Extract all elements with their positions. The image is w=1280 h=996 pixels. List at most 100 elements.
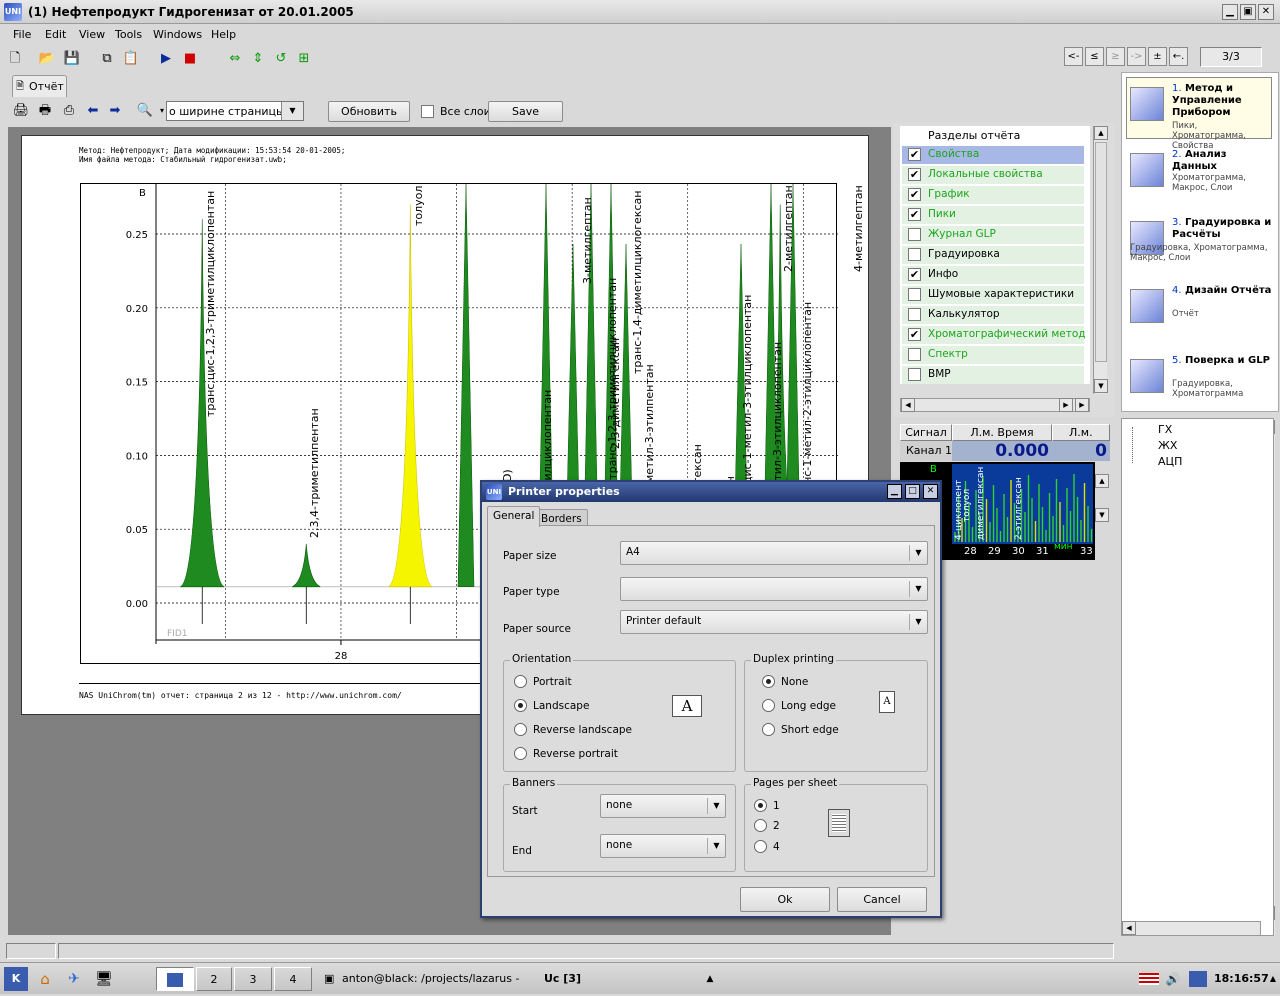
- radio-reverse-portrait[interactable]: [514, 747, 527, 760]
- section-checkbox[interactable]: ✔: [908, 188, 921, 201]
- menu-edit[interactable]: Edit: [45, 28, 66, 41]
- tree-hscrollbar[interactable]: ◀: [1121, 921, 1261, 936]
- cancel-button[interactable]: Cancel: [837, 887, 927, 912]
- horizontal-arrows-icon[interactable]: ⇔: [226, 50, 244, 68]
- section-item[interactable]: ✔ Пики: [902, 206, 1084, 224]
- scroll-left-icon[interactable]: ◀: [901, 398, 915, 412]
- paper-type-select[interactable]: ▼: [620, 577, 928, 601]
- section-item[interactable]: Журнал GLP: [902, 226, 1084, 244]
- close-button[interactable]: ✕: [1258, 4, 1274, 20]
- banner-start-select[interactable]: none ▼: [600, 794, 726, 818]
- tree-item-gc[interactable]: ГХ: [1158, 423, 1172, 436]
- dialog-maximize-icon[interactable]: □: [905, 484, 920, 499]
- paste-icon[interactable]: 📋: [122, 50, 140, 68]
- scroll-down-icon[interactable]: ▼: [1094, 379, 1108, 393]
- signal-scroll-down-icon[interactable]: ▼: [1095, 508, 1109, 522]
- mixer-icon[interactable]: 🔊: [1162, 967, 1184, 991]
- section-item[interactable]: Спектр: [902, 346, 1084, 364]
- section-item[interactable]: Градуировка: [902, 246, 1084, 264]
- dialog-minimize-icon[interactable]: ▁: [887, 484, 902, 499]
- scroll-up-icon[interactable]: ▲: [1094, 126, 1108, 140]
- tree-item-lc[interactable]: ЖХ: [1158, 439, 1177, 452]
- tree-scroll-left-icon[interactable]: ◀: [1122, 921, 1136, 935]
- save-button[interactable]: Save: [488, 101, 563, 122]
- arrow-right-icon[interactable]: ➡: [106, 102, 124, 120]
- banner-end-select[interactable]: none ▼: [600, 834, 726, 858]
- signal-scroll-up-icon[interactable]: ▲: [1095, 474, 1109, 488]
- radio-duplex-none[interactable]: [762, 675, 775, 688]
- network-icon[interactable]: ✈: [62, 967, 86, 991]
- section-checkbox[interactable]: ✔: [908, 148, 921, 161]
- radio-pages-1[interactable]: [754, 799, 767, 812]
- section-checkbox[interactable]: ✔: [908, 168, 921, 181]
- nav-first-button[interactable]: <-: [1064, 47, 1083, 66]
- play-icon[interactable]: ▶: [157, 50, 175, 68]
- section-checkbox[interactable]: [908, 348, 921, 361]
- print-preview-icon[interactable]: ⎙: [60, 102, 78, 120]
- radio-pages-4[interactable]: [754, 840, 767, 853]
- minimize-button[interactable]: ▁: [1222, 4, 1238, 20]
- section-item[interactable]: ВМР: [902, 366, 1084, 384]
- section-checkbox[interactable]: [908, 248, 921, 261]
- dialog-close-icon[interactable]: ✕: [923, 484, 938, 499]
- desktop-1[interactable]: [156, 967, 194, 991]
- menu-help[interactable]: Help: [211, 28, 236, 41]
- print-setup-icon[interactable]: 🖨: [12, 102, 30, 120]
- section-checkbox[interactable]: [908, 308, 921, 321]
- section-item[interactable]: ✔ Локальные свойства: [902, 166, 1084, 184]
- nav-last-button[interactable]: ->: [1127, 47, 1146, 66]
- tray-expand-icon[interactable]: ▲: [1268, 967, 1278, 991]
- sidebar-item[interactable]: 2. Анализ Данных Хроматограмма, Макрос, С…: [1130, 149, 1275, 213]
- menu-tools[interactable]: Tools: [115, 28, 142, 41]
- tray-app-icon[interactable]: [1187, 967, 1209, 991]
- tree-item-adc[interactable]: АЦП: [1158, 455, 1182, 468]
- sidebar-item[interactable]: 4. Дизайн Отчёта Отчёт: [1130, 285, 1275, 349]
- desktop-4[interactable]: 4: [274, 967, 312, 991]
- section-checkbox[interactable]: [908, 228, 921, 241]
- section-item[interactable]: ✔ Свойства: [902, 146, 1084, 164]
- section-item[interactable]: ✔ Хроматографический метод: [902, 326, 1086, 344]
- radio-pages-2[interactable]: [754, 819, 767, 832]
- all-layers-checkbox[interactable]: [421, 105, 434, 118]
- section-checkbox[interactable]: ✔: [908, 328, 921, 341]
- refresh-button[interactable]: Обновить: [328, 101, 410, 122]
- tab-report[interactable]: 🗎 Отчёт: [12, 75, 67, 97]
- radio-long-edge[interactable]: [762, 699, 775, 712]
- k-menu-icon[interactable]: K: [4, 967, 28, 991]
- zoom-select[interactable]: о ширине страницы ▼: [166, 101, 304, 121]
- section-checkbox[interactable]: ✔: [908, 268, 921, 281]
- task-terminal[interactable]: ▣ anton@black: /projects/lazarus - Sh: [322, 967, 522, 991]
- nav-prev-button[interactable]: ≤: [1085, 47, 1104, 66]
- zoom-icon[interactable]: 🔍: [136, 102, 154, 120]
- new-file-icon[interactable]: 🗋: [6, 50, 24, 68]
- menu-view[interactable]: View: [79, 28, 105, 41]
- terminal-icon[interactable]: 🖥: [92, 967, 116, 991]
- print-icon[interactable]: 🖶: [36, 102, 54, 120]
- scroll-right-icon[interactable]: ▶: [1059, 398, 1073, 412]
- restore-button[interactable]: ▣: [1240, 4, 1256, 20]
- nav-next-button[interactable]: ≥: [1106, 47, 1125, 66]
- tab-general[interactable]: General: [487, 506, 541, 527]
- section-item[interactable]: ✔ График: [902, 186, 1084, 204]
- section-checkbox[interactable]: [908, 288, 921, 301]
- task-unichrom[interactable]: Uc [3]: [526, 967, 706, 991]
- section-item[interactable]: Шумовые характеристики: [902, 286, 1084, 304]
- ok-button[interactable]: Ok: [740, 887, 830, 912]
- scroll-right-end-icon[interactable]: ▶: [1075, 398, 1089, 412]
- desktop-2[interactable]: 2: [196, 967, 232, 991]
- section-item[interactable]: Калькулятор: [902, 306, 1084, 324]
- radio-short-edge[interactable]: [762, 723, 775, 736]
- desktop-3[interactable]: 3: [234, 967, 272, 991]
- radio-portrait[interactable]: [514, 675, 527, 688]
- nav-return-button[interactable]: ←.: [1169, 47, 1188, 66]
- open-folder-icon[interactable]: 📂: [38, 50, 56, 68]
- scroll-thumb[interactable]: [1095, 142, 1107, 362]
- arrow-left-icon[interactable]: ⬅: [84, 102, 102, 120]
- section-checkbox[interactable]: ✔: [908, 208, 921, 221]
- paper-source-select[interactable]: Printer default ▼: [620, 610, 928, 634]
- task-expand-icon[interactable]: ▲: [702, 967, 718, 991]
- us-flag-icon[interactable]: [1138, 967, 1160, 991]
- fit-all-icon[interactable]: ⊞: [295, 50, 313, 68]
- radio-landscape[interactable]: [514, 699, 527, 712]
- vertical-arrows-icon[interactable]: ⇕: [249, 50, 267, 68]
